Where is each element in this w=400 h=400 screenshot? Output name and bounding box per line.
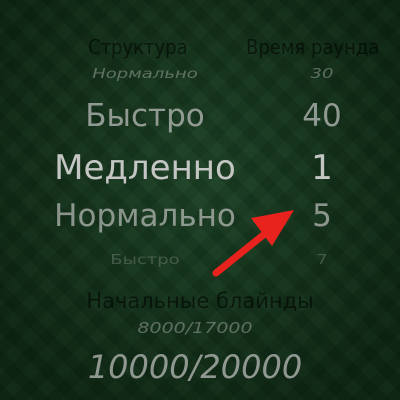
structure-header: Структура: [88, 35, 188, 59]
starting-blinds-title: Начальные блайнды: [86, 289, 314, 313]
structure-picker[interactable]: Нормально Быстро Медленно Нормально Быст…: [0, 62, 290, 274]
structure-option[interactable]: Быстро: [0, 96, 290, 136]
structure-option[interactable]: Нормально: [0, 196, 290, 236]
blinds-option[interactable]: 8000/17000: [0, 319, 390, 337]
round-time-option[interactable]: 40: [280, 96, 364, 136]
round-time-header: Время раунда: [246, 35, 380, 59]
round-time-option[interactable]: 7: [280, 251, 364, 269]
structure-option[interactable]: Нормально: [0, 65, 290, 83]
structure-option[interactable]: Быстро: [0, 251, 290, 269]
round-time-option-selected[interactable]: 1: [280, 146, 364, 190]
blinds-option-selected[interactable]: 10000/20000: [0, 348, 390, 386]
round-time-picker[interactable]: 30 40 1 5 7: [280, 62, 364, 274]
round-time-option[interactable]: 30: [280, 65, 364, 83]
structure-option-selected[interactable]: Медленно: [0, 146, 290, 190]
round-time-option[interactable]: 5: [280, 196, 364, 236]
